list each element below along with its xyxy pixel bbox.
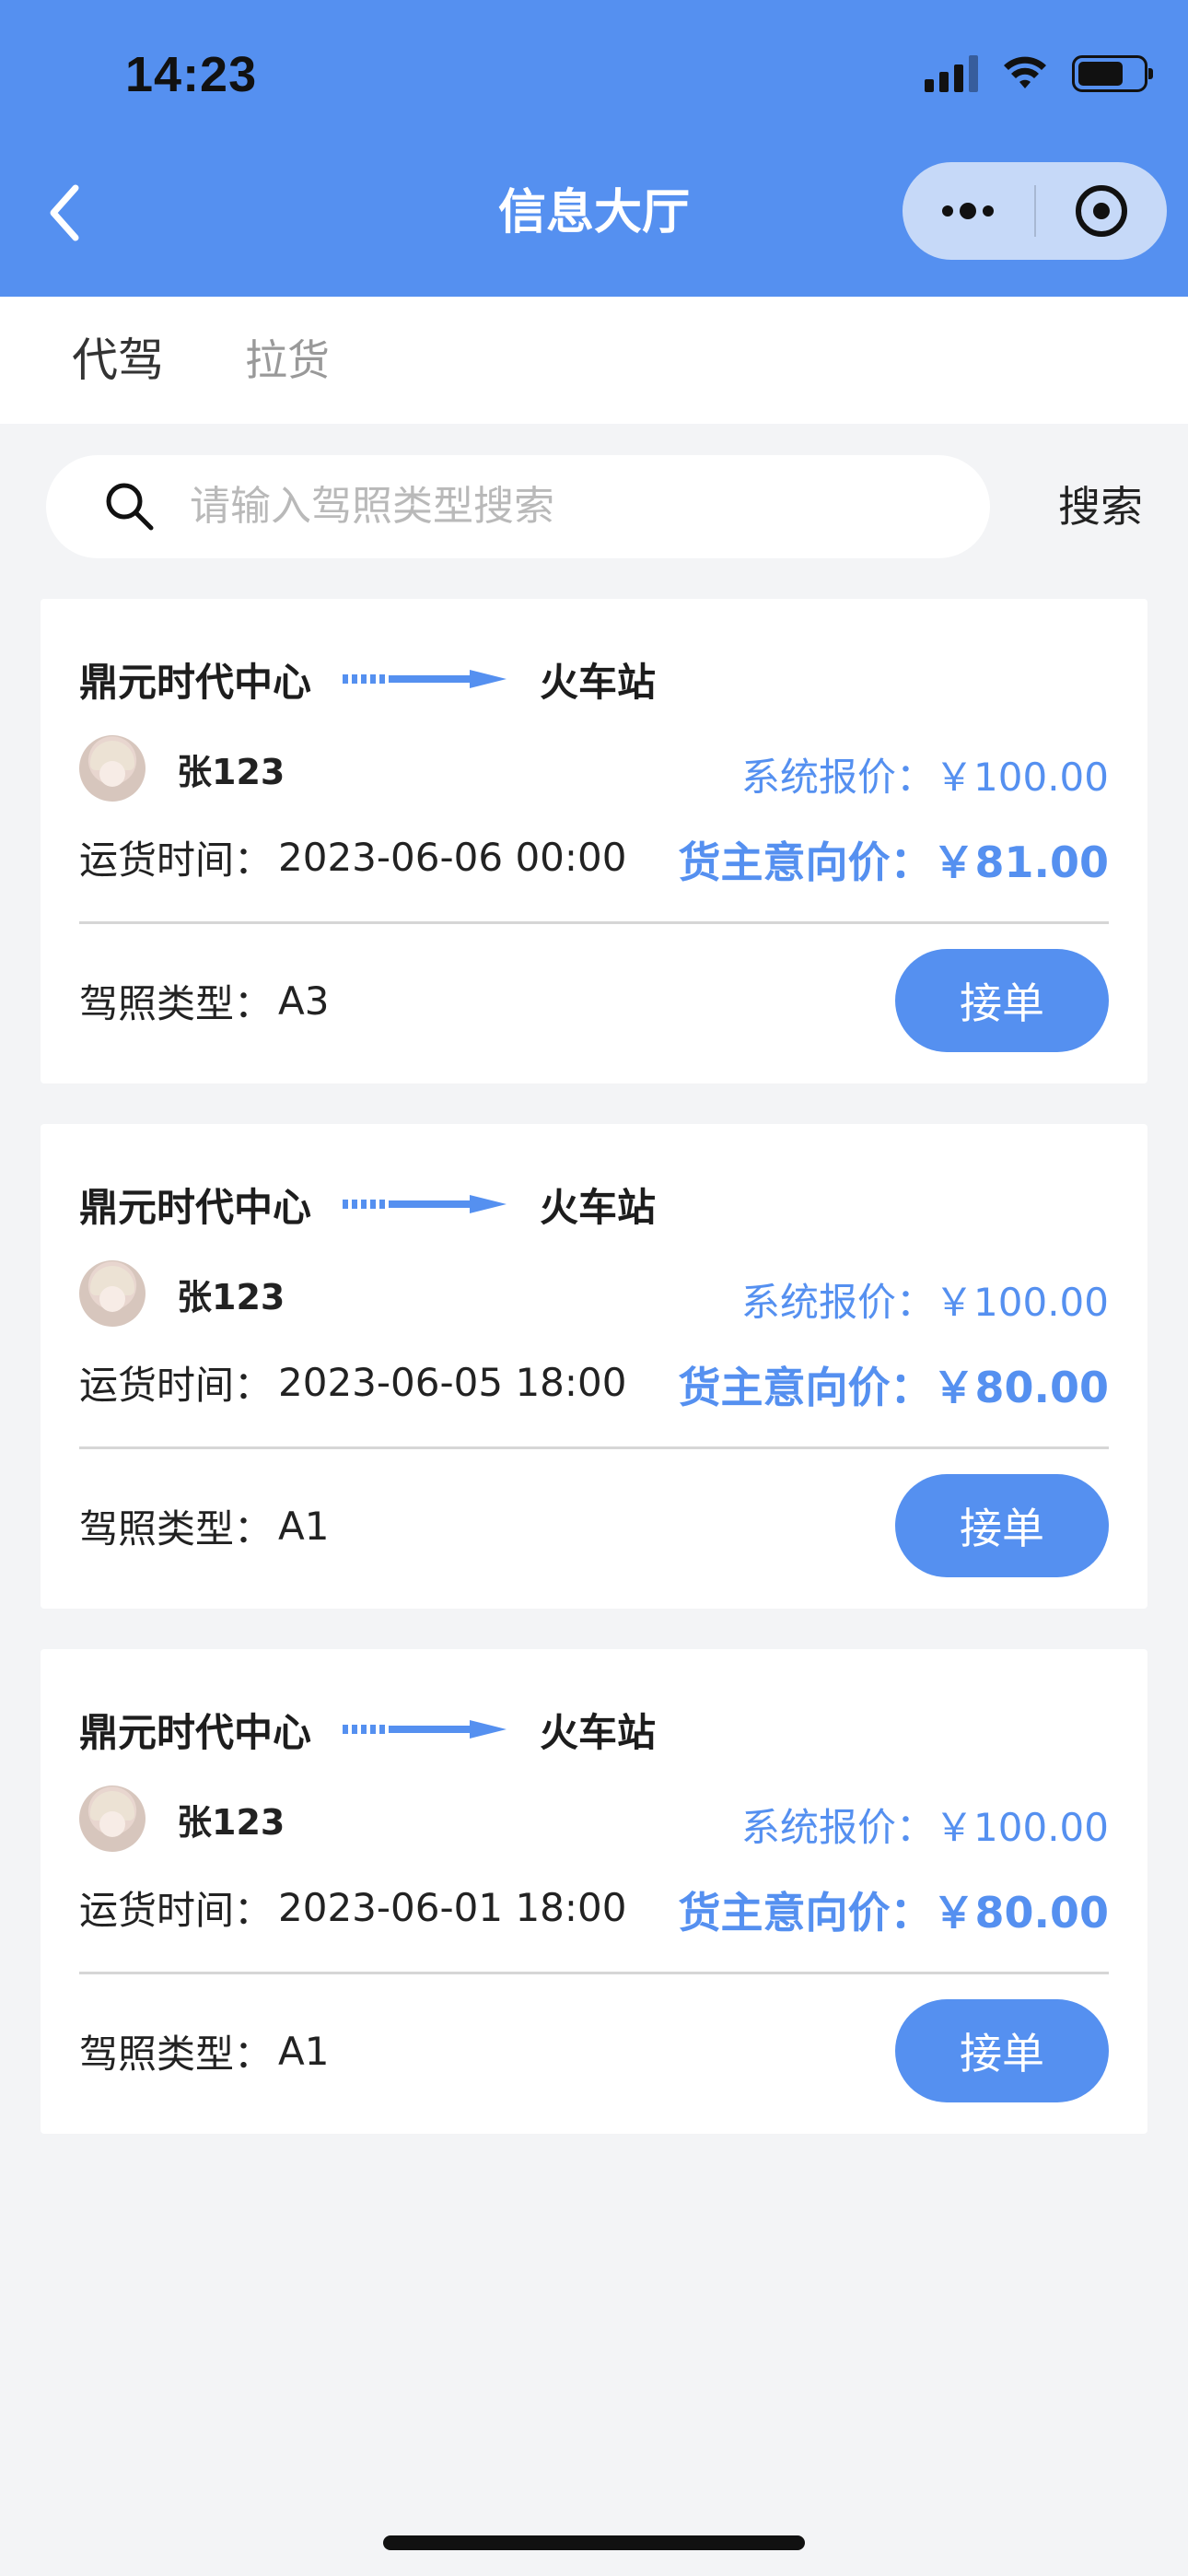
avatar (79, 735, 146, 802)
publisher-name: 张123 (177, 1801, 285, 1843)
license-type-value: A1 (278, 2029, 330, 2074)
license-type-label: 驾照类型： (79, 2032, 274, 2077)
shipping-time: 运货时间： 2023-06-01 18:00 (79, 1879, 627, 1936)
license-type: 驾照类型： A1 (79, 1498, 329, 1554)
system-price-value: ￥100.00 (935, 1805, 1109, 1850)
owner-price: 货主意向价： ￥80.00 (678, 1879, 1109, 1940)
target-icon (1075, 185, 1127, 237)
owner-price-value: ￥80.00 (932, 1888, 1109, 1938)
shipping-time: 运货时间： 2023-06-06 00:00 (79, 829, 627, 885)
system-price: 系统报价： ￥100.00 (741, 746, 1109, 802)
license-type-label: 驾照类型： (79, 981, 274, 1026)
more-icon (942, 203, 995, 219)
close-mini-program-button[interactable] (1036, 162, 1168, 260)
owner-price-value: ￥81.00 (932, 837, 1109, 887)
search-button[interactable]: 搜索 (1050, 455, 1151, 558)
route: 鼎元时代中心 火车站 (79, 1688, 656, 1771)
accept-order-button[interactable]: 接单 (895, 1999, 1109, 2102)
publisher: 张123 (79, 735, 285, 802)
system-price-label: 系统报价： (741, 1805, 936, 1850)
route-destination: 火车站 (540, 1709, 657, 1755)
shipping-time: 运货时间： 2023-06-05 18:00 (79, 1354, 627, 1411)
home-indicator[interactable] (383, 2535, 805, 2550)
status-icons (925, 55, 1153, 92)
route-origin: 鼎元时代中心 (79, 659, 312, 705)
route-arrow-icon (343, 1720, 507, 1739)
route-arrow-icon (343, 670, 507, 688)
divider (79, 1446, 1109, 1449)
publisher: 张123 (79, 1260, 285, 1327)
shipping-time-label: 运货时间： (79, 837, 274, 883)
license-type-value: A3 (278, 978, 330, 1024)
order-card: 鼎元时代中心 火车站 张123 系统报价： ￥100.00 运货时间： 2023… (41, 1124, 1147, 1609)
order-card: 鼎元时代中心 火车站 张123 系统报价： ￥100.00 运货时间： 2023… (41, 1649, 1147, 2134)
owner-price-value: ￥80.00 (932, 1363, 1109, 1412)
license-type-value: A1 (278, 1504, 330, 1549)
cellular-signal-icon (925, 55, 978, 92)
publisher-name: 张123 (177, 751, 285, 792)
shipping-time-value: 2023-06-01 18:00 (278, 1885, 627, 1930)
wifi-icon (1004, 56, 1046, 88)
divider (79, 921, 1109, 924)
route: 鼎元时代中心 火车站 (79, 638, 656, 720)
search-input[interactable]: 请输入驾照类型搜索 (46, 455, 990, 558)
owner-price-label: 货主意向价： (678, 1363, 933, 1412)
accept-order-button[interactable]: 接单 (895, 1474, 1109, 1577)
tab-lahuo[interactable]: 拉货 (245, 297, 330, 424)
system-price-label: 系统报价： (741, 755, 936, 800)
more-menu-button[interactable] (903, 162, 1034, 260)
shipping-time-label: 运货时间： (79, 1888, 274, 1933)
search-icon (106, 483, 154, 531)
divider (79, 1972, 1109, 1974)
system-price-value: ￥100.00 (935, 1280, 1109, 1325)
route-origin: 鼎元时代中心 (79, 1184, 312, 1230)
license-type-label: 驾照类型： (79, 1506, 274, 1551)
route: 鼎元时代中心 火车站 (79, 1163, 656, 1246)
mini-program-capsule (903, 162, 1167, 260)
license-type: 驾照类型： A3 (79, 973, 329, 1029)
publisher: 张123 (79, 1786, 285, 1852)
status-time: 14:23 (125, 47, 258, 102)
route-destination: 火车站 (540, 1184, 657, 1230)
system-price: 系统报价： ￥100.00 (741, 1271, 1109, 1328)
system-price-label: 系统报价： (741, 1280, 936, 1325)
order-card: 鼎元时代中心 火车站 张123 系统报价： ￥100.00 运货时间： 2023… (41, 599, 1147, 1083)
owner-price: 货主意向价： ￥81.00 (678, 829, 1109, 890)
category-tabs: 代驾 拉货 (0, 297, 1188, 424)
license-type: 驾照类型： A1 (79, 2023, 329, 2079)
system-price: 系统报价： ￥100.00 (741, 1797, 1109, 1853)
app-header: 14:23 信息大厅 (0, 0, 1188, 297)
tab-daijia[interactable]: 代驾 (72, 297, 164, 424)
route-destination: 火车站 (540, 659, 657, 705)
publisher-name: 张123 (177, 1276, 285, 1317)
avatar (79, 1260, 146, 1327)
owner-price-label: 货主意向价： (678, 837, 933, 887)
shipping-time-value: 2023-06-05 18:00 (278, 1360, 627, 1405)
battery-icon (1072, 55, 1153, 92)
route-origin: 鼎元时代中心 (79, 1709, 312, 1755)
search-bar: 请输入驾照类型搜索 搜索 (46, 455, 1143, 558)
avatar (79, 1786, 146, 1852)
owner-price-label: 货主意向价： (678, 1888, 933, 1938)
system-price-value: ￥100.00 (935, 755, 1109, 800)
shipping-time-label: 运货时间： (79, 1363, 274, 1408)
route-arrow-icon (343, 1195, 507, 1213)
search-placeholder: 请输入驾照类型搜索 (190, 483, 554, 530)
owner-price: 货主意向价： ￥80.00 (678, 1354, 1109, 1415)
accept-order-button[interactable]: 接单 (895, 949, 1109, 1052)
shipping-time-value: 2023-06-06 00:00 (278, 835, 627, 880)
